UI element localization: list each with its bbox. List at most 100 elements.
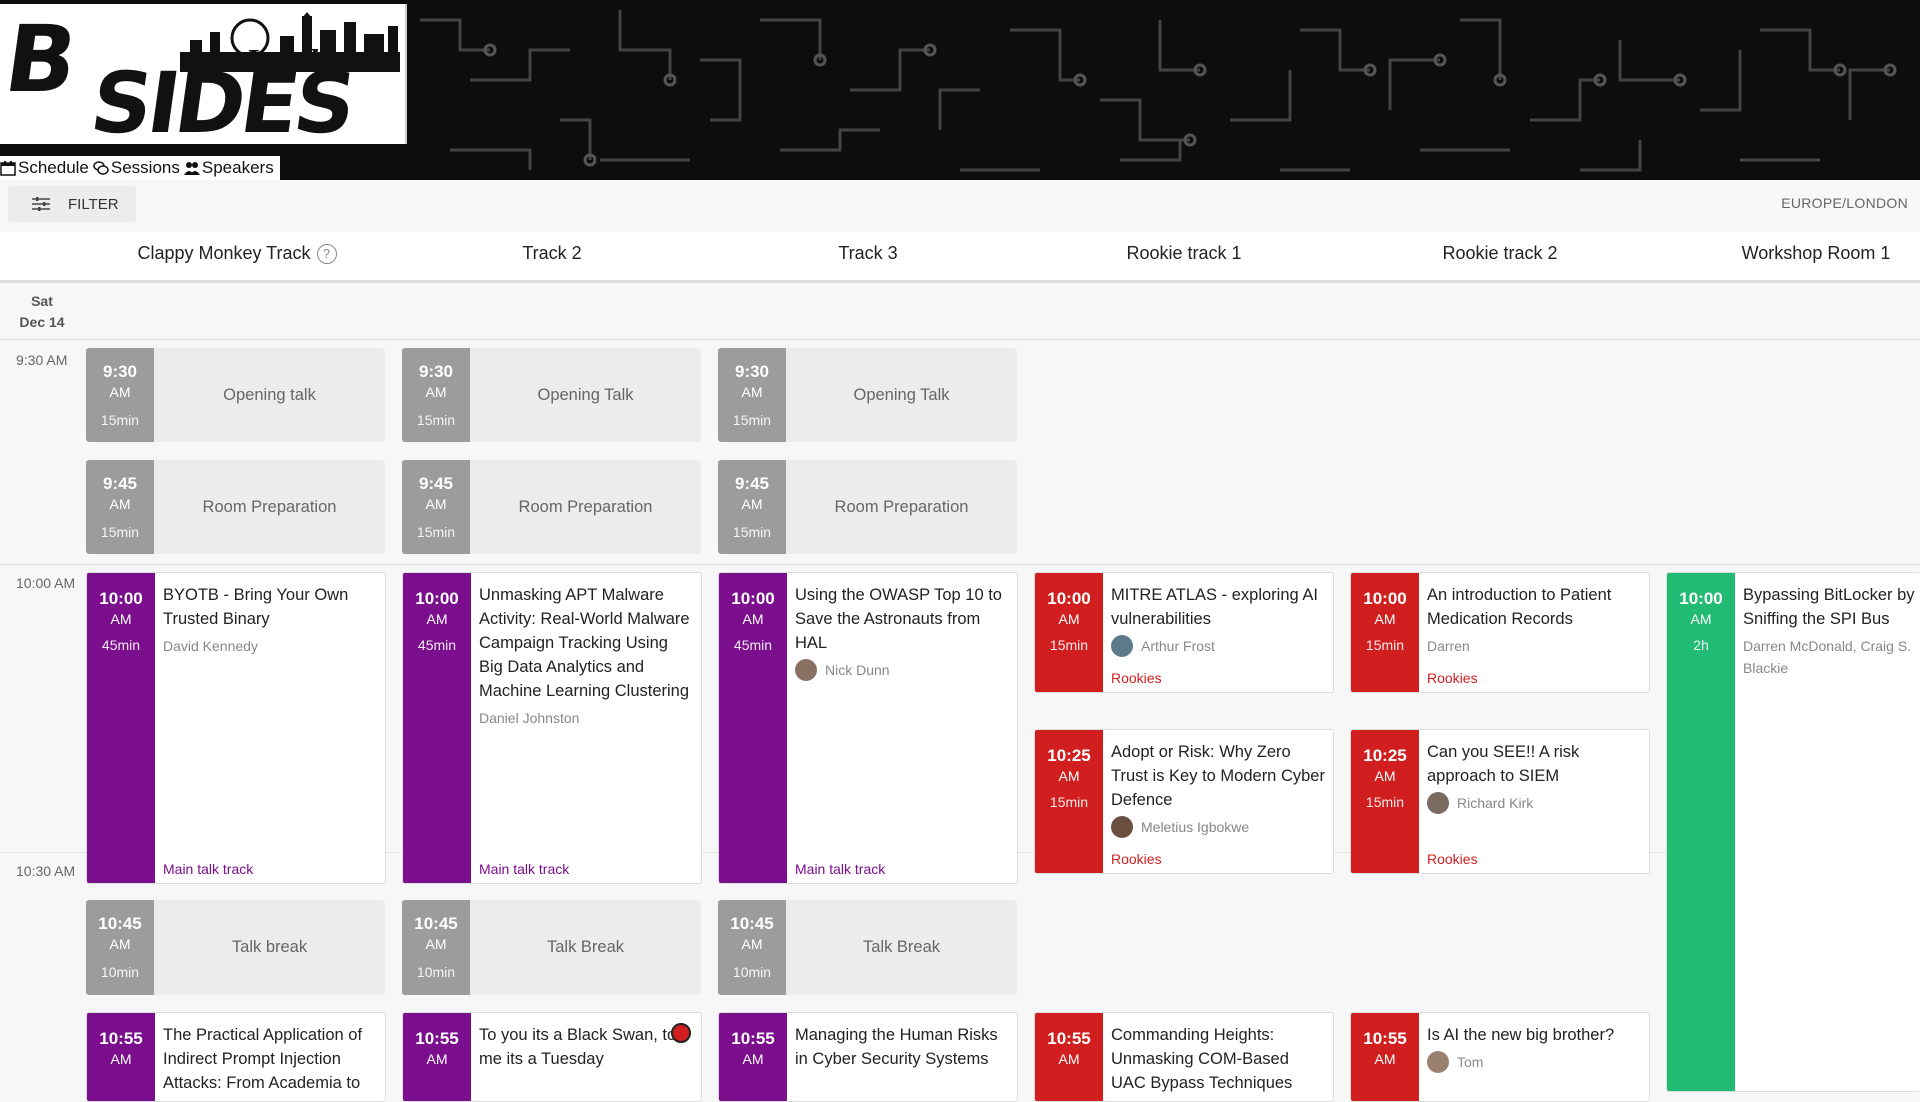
session-title: Opening Talk	[537, 385, 634, 404]
day-of-week: Sat	[31, 293, 53, 309]
help-icon[interactable]: ?	[316, 244, 337, 264]
speaker-name: Arthur Frost	[1141, 638, 1215, 654]
speaker: Tom	[1427, 1051, 1641, 1073]
session-card-room-prep[interactable]: 9:45 AM 15min Room Preparation	[86, 460, 385, 554]
calendar-icon	[0, 161, 16, 176]
speaker-name: David Kennedy	[163, 638, 258, 654]
session-body: Bypassing BitLocker by Sniffing the SPI …	[1743, 583, 1916, 1085]
ampm: AM	[741, 384, 763, 400]
session-card-room-prep[interactable]: 9:45 AM 15min Room Preparation	[718, 460, 1017, 554]
session-card-talk-break[interactable]: 10:45 AM 10min Talk Break	[718, 900, 1017, 995]
session-body: Using the OWASP Top 10 to Save the Astro…	[795, 583, 1009, 877]
time-label: 10:00 AM	[16, 575, 76, 591]
speaker-name: Darren McDonald, Craig S. Blackie	[1743, 638, 1912, 676]
time-block: 10:25 AM 15min	[1351, 730, 1419, 873]
track-header-track-2: Track 2	[522, 243, 582, 263]
bsides-london-logo[interactable]: B London SIDES	[0, 4, 407, 144]
session-body: Can you SEE!! A risk approach to SIEM Ri…	[1427, 740, 1641, 867]
start-time: 9:30	[418, 362, 454, 381]
session-body: Unmasking APT Malware Activity: Real-Wor…	[479, 583, 693, 877]
time-block: 10:45 AM 10min	[402, 900, 470, 995]
speaker-avatar	[795, 659, 817, 681]
session-card[interactable]: 10:00 AM 45min Using the OWASP Top 10 to S…	[718, 572, 1018, 884]
session-body: Adopt or Risk: Why Zero Trust is Key to …	[1111, 740, 1325, 867]
track-tag: Main talk track	[163, 861, 254, 877]
time-block: 9:30 AM 15min	[402, 348, 470, 442]
session-card[interactable]: 10:00 AM 15min An introduction to Patient …	[1350, 572, 1650, 693]
session-card[interactable]: 10:55 AM Is AI the new big brother? Tom	[1350, 1012, 1650, 1102]
session-card-room-prep[interactable]: 9:45 AM 15min Room Preparation	[402, 460, 701, 554]
session-title: The Practical Application of Indirect Pr…	[163, 1026, 363, 1092]
session-card[interactable]: 10:55 AM To you its a Black Swan, to me i…	[402, 1012, 702, 1102]
session-card[interactable]: 10:55 AM The Practical Application of Ind…	[86, 1012, 386, 1102]
start-time: 9:45	[102, 474, 138, 493]
session-card[interactable]: 10:00 AM 45min Unmasking APT Malware Activ…	[402, 572, 702, 884]
nav-schedule-label: Schedule	[18, 158, 89, 177]
session-card-opening[interactable]: 9:30 AM 15min Opening talk	[86, 348, 385, 442]
speaker: Meletius Igbokwe	[1111, 816, 1325, 838]
session-card-talk-break[interactable]: 10:45 AM 10min Talk break	[86, 900, 385, 995]
start-time: 10:25	[1047, 746, 1091, 765]
start-time: 10:55	[1047, 1029, 1091, 1048]
track-header-clappy-monkey: Clappy Monkey Track?	[79, 243, 395, 264]
session-body: MITRE ATLAS - exploring AI vulnerabiliti…	[1111, 583, 1325, 686]
session-card[interactable]: 10:00 AM 2h Bypassing BitLocker by Sniffin…	[1666, 572, 1920, 1092]
speaker-name: Richard Kirk	[1457, 795, 1534, 811]
filter-button[interactable]: FILTER	[8, 186, 136, 222]
session-body: BYOTB - Bring Your Own Trusted Binary Da…	[163, 583, 377, 877]
session-card[interactable]: 10:25 AM 15min Adopt or Risk: Why Zero Tru…	[1034, 729, 1334, 874]
track-header-track-3: Track 3	[838, 243, 898, 263]
session-card[interactable]: 10:00 AM 45min BYOTB - Bring Your Own Trus…	[86, 572, 386, 884]
speaker-avatar	[1427, 1051, 1449, 1073]
session-title: MITRE ATLAS - exploring AI vulnerabiliti…	[1111, 586, 1318, 628]
track-tag: Rookies	[1427, 851, 1478, 867]
track-name-label: Clappy Monkey Track	[137, 243, 311, 263]
session-card-opening[interactable]: 9:30 AM 15min Opening Talk	[718, 348, 1017, 442]
track-tag: Main talk track	[479, 861, 570, 877]
ampm: AM	[1374, 1051, 1396, 1067]
track-header-rookie-1: Rookie track 1	[1126, 243, 1242, 263]
session-title: Can you SEE!! A risk approach to SIEM	[1427, 743, 1580, 785]
speaker-name: Tom	[1457, 1054, 1484, 1070]
time-block: 10:00 AM 2h	[1667, 573, 1735, 1091]
session-card[interactable]: 10:00 AM 15min MITRE ATLAS - exploring AI …	[1034, 572, 1334, 693]
ampm: AM	[109, 384, 131, 400]
nav-speakers[interactable]: Speakers	[183, 158, 274, 178]
speaker-avatar	[1111, 635, 1133, 657]
users-icon	[183, 162, 200, 175]
timezone-label[interactable]: EUROPE/LONDON	[1781, 195, 1908, 211]
ampm: AM	[741, 936, 763, 952]
time-label: 9:30 AM	[16, 352, 68, 368]
day-date: Dec 14	[19, 314, 65, 330]
start-time: 10:00	[99, 589, 143, 608]
duration: 45min	[417, 637, 457, 653]
time-block: 9:45 AM 15min	[718, 460, 786, 554]
session-card-talk-break[interactable]: 10:45 AM 10min Talk Break	[402, 900, 701, 995]
nav-schedule[interactable]: Schedule	[0, 158, 89, 178]
session-title: Adopt or Risk: Why Zero Trust is Key to …	[1111, 743, 1325, 809]
ampm: AM	[425, 936, 447, 952]
start-time: 10:45	[414, 914, 458, 933]
session-title: Is AI the new big brother?	[1427, 1026, 1615, 1044]
time-block: 10:00 AM 45min	[87, 573, 155, 883]
start-time: 10:00	[415, 589, 459, 608]
duration: 15min	[100, 412, 140, 428]
duration: 15min	[1365, 637, 1405, 653]
nav-sessions[interactable]: Sessions	[93, 158, 180, 178]
ampm: AM	[1374, 611, 1396, 627]
duration: 45min	[101, 637, 141, 653]
session-card-opening[interactable]: 9:30 AM 15min Opening Talk	[402, 348, 701, 442]
track-header-rookie-2: Rookie track 2	[1442, 243, 1558, 263]
time-block: 10:00 AM 15min	[1035, 573, 1103, 692]
session-title: Talk Break	[546, 938, 625, 956]
duration: 15min	[416, 524, 456, 540]
speaker-avatar	[1111, 816, 1133, 838]
track-header-workshop-1: Workshop Room 1	[1741, 243, 1891, 263]
session-card[interactable]: 10:55 AM Managing the Human Risks in Cybe…	[718, 1012, 1018, 1102]
speaker-name: Meletius Igbokwe	[1141, 819, 1250, 835]
speaker-name: Darren	[1427, 638, 1470, 654]
session-card[interactable]: 10:55 AM Commanding Heights: Unmasking CO…	[1034, 1012, 1334, 1102]
start-time: 10:55	[415, 1029, 459, 1048]
duration: 15min	[416, 412, 456, 428]
session-card[interactable]: 10:25 AM 15min Can you SEE!! A risk approa…	[1350, 729, 1650, 874]
